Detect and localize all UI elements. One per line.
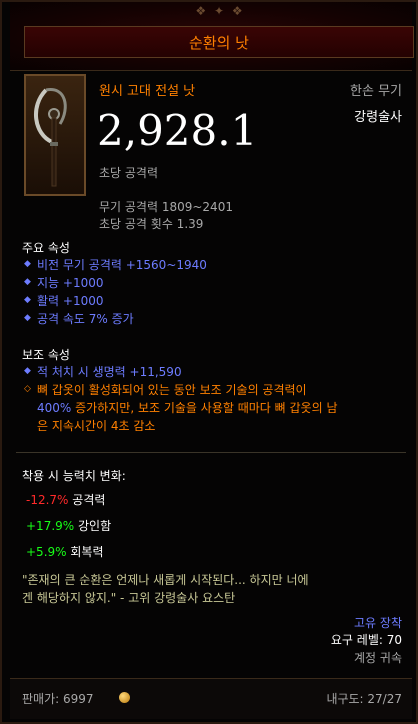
item-tooltip: ❖ ✦ ❖ 순환의 낫 원시 고대 전설 낫 한손 무기 강령술사 2,928.… xyxy=(0,0,418,724)
item-slot-label: 한손 무기 xyxy=(350,84,402,99)
account-bound-label: 계정 귀속 xyxy=(354,651,402,665)
unique-equipped-label: 고유 장착 xyxy=(354,616,402,630)
primary-stat: 비전 무기 공격력 +1560~1940 xyxy=(37,258,207,272)
comparison-value: -12.7% xyxy=(26,493,69,507)
diamond-bullet-icon: ◆ xyxy=(24,277,31,287)
comparison-label: 회복력 xyxy=(70,545,104,559)
primary-stats-title: 주요 속성 xyxy=(22,241,70,255)
secondary-stat: 적 처치 시 생명력 +11,590 xyxy=(37,365,182,379)
attacks-per-second: 초당 공격 횟수 1.39 xyxy=(99,217,204,231)
diamond-bullet-icon: ◆ xyxy=(24,295,31,305)
diamond-bullet-icon: ◆ xyxy=(24,313,31,323)
sell-value: 판매가: 6997 xyxy=(22,692,94,706)
legendary-power-line: 은 지속시간이 4초 감소 xyxy=(37,419,156,433)
comparison-row: -12.7% 공격력 xyxy=(26,491,105,508)
flavor-text-line: "존재의 큰 순환은 언제나 새롭게 시작된다... 하지만 너에 xyxy=(22,573,309,587)
item-name: 순환의 낫 xyxy=(189,34,249,52)
tooltip-header: ❖ ✦ ❖ 순환의 낫 xyxy=(10,2,414,71)
primary-stat: 활력 +1000 xyxy=(37,294,104,308)
title-bar: 순환의 낫 xyxy=(24,26,414,58)
header-ornament-icon: ❖ ✦ ❖ xyxy=(195,4,245,18)
dps-label: 초당 공격력 xyxy=(99,166,159,180)
legendary-power-line: 400% 증가하지만, 보조 기술을 사용할 때마다 뼈 갑옷의 남 xyxy=(37,399,337,416)
divider xyxy=(16,452,406,453)
item-class-label: 강령술사 xyxy=(354,110,402,125)
required-level: 요구 레벨: 70 xyxy=(330,633,402,647)
item-type-label: 원시 고대 전설 낫 xyxy=(99,84,196,99)
comparison-row: +5.9% 회복력 xyxy=(26,543,104,560)
weapon-damage: 무기 공격력 1809~2401 xyxy=(99,200,233,214)
durability: 내구도: 27/27 xyxy=(326,692,402,706)
comparison-label: 공격력 xyxy=(72,493,106,507)
comparison-row: +17.9% 강인함 xyxy=(26,517,111,534)
comparison-title: 착용 시 능력치 변화: xyxy=(22,469,126,483)
flavor-text-line: 겐 해당하지 않지." - 고위 강령술사 요스탄 xyxy=(22,591,236,605)
comparison-value: +17.9% xyxy=(26,519,75,533)
legendary-power-value: 400% xyxy=(37,401,72,415)
secondary-stats-title: 보조 속성 xyxy=(22,348,70,362)
legendary-power-line: 뼈 갑옷이 활성화되어 있는 동안 보조 기술의 공격력이 xyxy=(37,383,307,397)
diamond-bullet-icon: ◆ xyxy=(24,259,31,269)
item-image xyxy=(24,74,86,196)
dps-value: 2,928.1 xyxy=(97,106,258,155)
tooltip-footer: 판매가: 6997 내구도: 27/27 xyxy=(10,678,412,719)
gold-coin-icon xyxy=(119,692,130,703)
legendary-bullet-icon: ◇ xyxy=(24,384,31,394)
primary-stat: 지능 +1000 xyxy=(37,276,104,290)
scythe-icon xyxy=(33,88,67,187)
primary-stat: 공격 속도 7% 증가 xyxy=(37,312,134,326)
comparison-value: +5.9% xyxy=(26,545,67,559)
comparison-label: 강인함 xyxy=(78,519,112,533)
legendary-power-text: 증가하지만, 보조 기술을 사용할 때마다 뼈 갑옷의 남 xyxy=(71,401,338,415)
diamond-bullet-icon: ◆ xyxy=(24,366,31,376)
